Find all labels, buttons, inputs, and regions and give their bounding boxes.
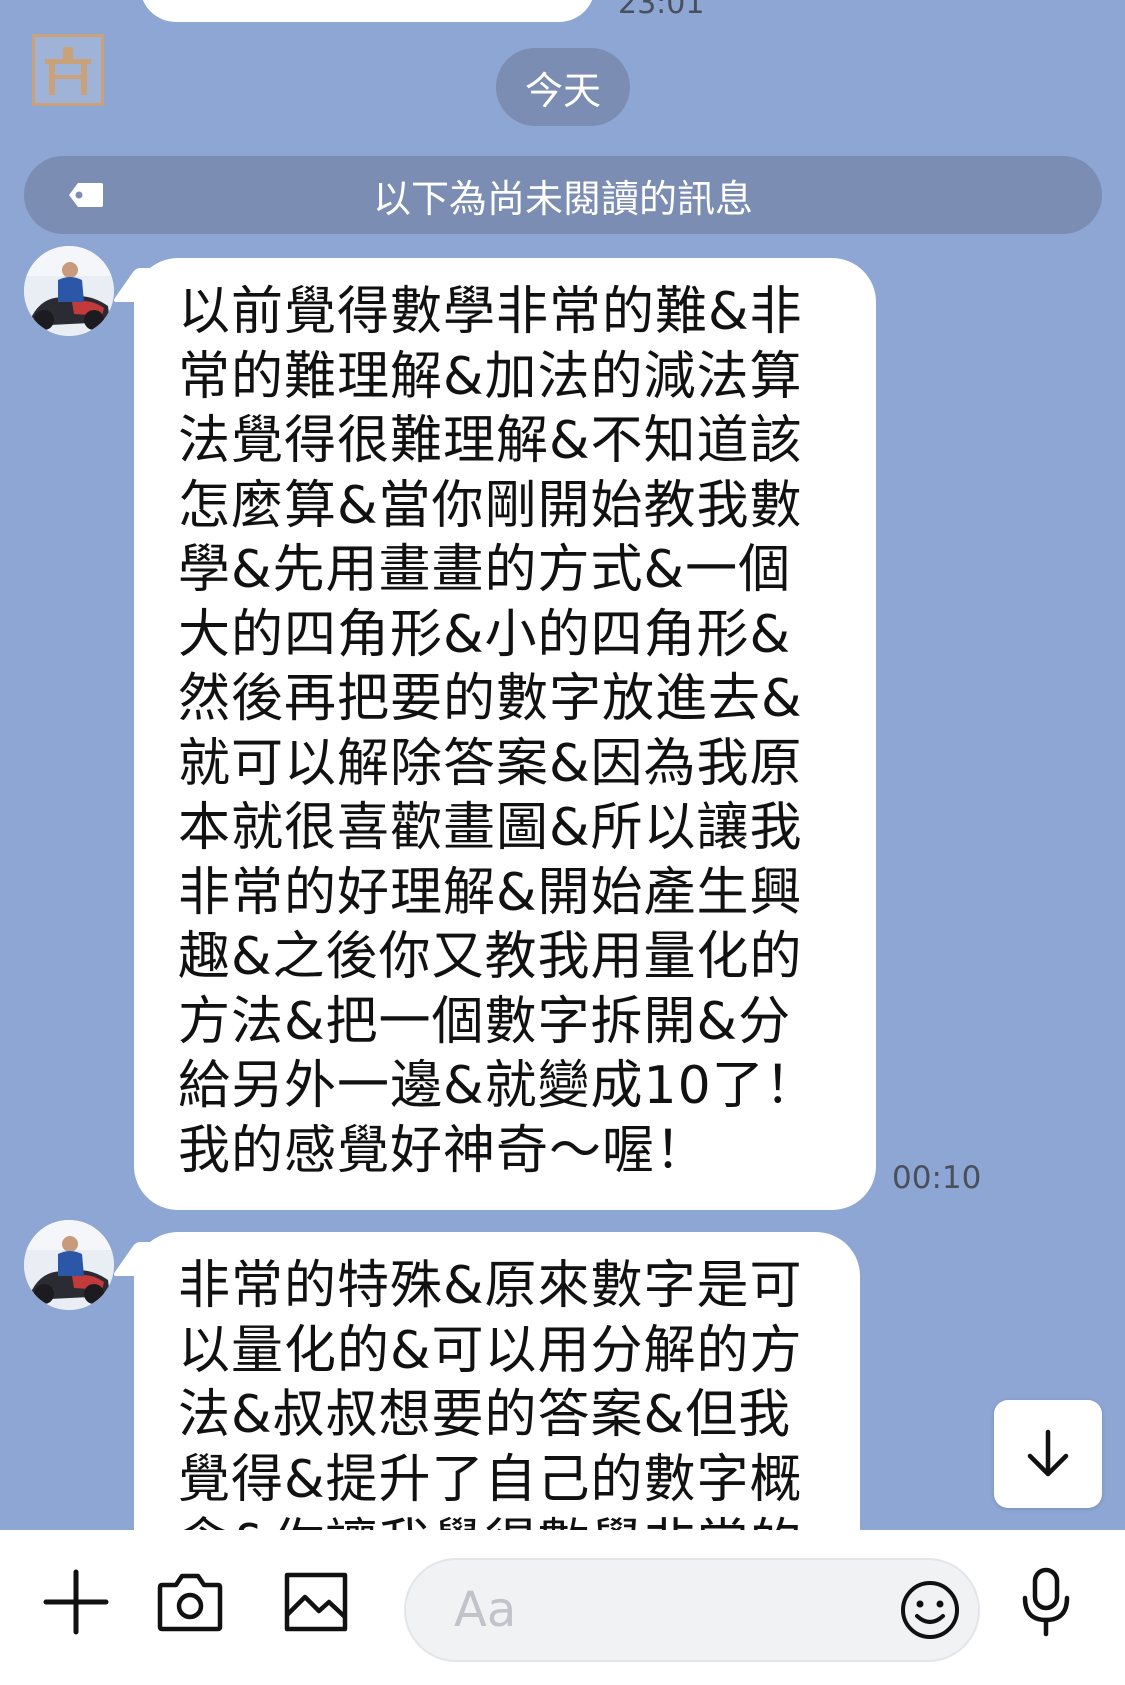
message-line: 學&先用畫畫的方式&一個: [178, 540, 792, 600]
message-line: 非常的特殊&原來數字是可: [178, 1256, 803, 1316]
message-line: 以前覺得數學非常的難&非: [178, 282, 803, 342]
message-line: 法覺得很難理解&不知道該: [178, 411, 803, 471]
chat-area[interactable]: 23:01 今天 以下為尚未閱讀的訊息 以前覺得數學非常的難&非 常的難理解&加…: [0, 0, 1125, 1530]
composer-bar: Aa: [0, 1530, 1125, 1685]
add-button[interactable]: [36, 1562, 116, 1642]
message-line: 方法&把一個數字拆開&分: [178, 991, 792, 1052]
previous-message-bubble[interactable]: [140, 0, 595, 22]
message-line: 大的四角形&小的四角形&: [178, 604, 792, 665]
message-bubble[interactable]: 以前覺得數學非常的難&非 常的難理解&加法的減法算 法覺得很難理解&不知道該 怎…: [112, 258, 876, 1210]
message-line: 法&叔叔想要的答案&但我: [178, 1385, 792, 1445]
message-time: 00:10: [892, 1160, 982, 1196]
plus-icon: [43, 1569, 109, 1635]
voice-button[interactable]: [1006, 1562, 1086, 1642]
date-divider: 今天: [496, 48, 630, 126]
message-line: 非常的好理解&開始產生興: [178, 862, 803, 923]
sender-avatar[interactable]: [24, 246, 114, 336]
message-line: 覺得&提升了自己的數字概: [178, 1449, 803, 1510]
gallery-button[interactable]: [276, 1562, 356, 1642]
message-line: 然後再把要的數字放進去&: [178, 669, 803, 729]
microphone-icon: [1022, 1567, 1070, 1637]
message-input-placeholder: Aa: [454, 1582, 517, 1638]
message-line: 本就很喜歡畫圖&所以讓我: [178, 798, 803, 858]
image-icon: [284, 1572, 348, 1632]
message-input[interactable]: Aa: [404, 1558, 980, 1662]
gate-logo-icon: [35, 37, 101, 103]
avatar-photo-icon: [24, 1220, 114, 1310]
sender-avatar[interactable]: [24, 1220, 114, 1310]
camera-button[interactable]: [150, 1562, 230, 1642]
message-line: 怎麼算&當你剛開始教我數: [178, 475, 803, 536]
message-line: 常的難理解&加法的減法算: [178, 346, 803, 407]
arrow-down-icon: [1027, 1429, 1069, 1477]
unread-divider-label: 以下為尚未閱讀的訊息: [372, 176, 753, 221]
message-bubble[interactable]: 非常的特殊&原來數字是可 以量化的&可以用分解的方 法&叔叔想要的答案&但我 覺…: [112, 1232, 860, 1530]
avatar-photo-icon: [24, 246, 114, 336]
tag-icon: [69, 183, 103, 207]
bubble-tail: [112, 1242, 170, 1276]
previous-message-time: 23:01: [618, 0, 705, 21]
camera-icon: [157, 1573, 223, 1632]
message-line: 給另外一邊&就變成10了！: [178, 1056, 818, 1116]
unread-divider: 以下為尚未閱讀的訊息: [24, 156, 1102, 234]
message-line: 我的感覺好神奇～喔！: [178, 1120, 709, 1181]
message-line: 就可以解除答案&因為我原: [178, 733, 803, 794]
message-line: 念&你讓我覺得數學非常的: [178, 1512, 820, 1530]
message-line: 趣&之後你又教我用量化的: [178, 927, 803, 987]
message-line: 以量化的&可以用分解的方: [178, 1320, 803, 1381]
bubble-tail: [112, 268, 170, 302]
emoji-icon[interactable]: [898, 1578, 962, 1642]
scroll-to-bottom-button[interactable]: [994, 1400, 1102, 1508]
group-avatar[interactable]: [32, 34, 104, 106]
